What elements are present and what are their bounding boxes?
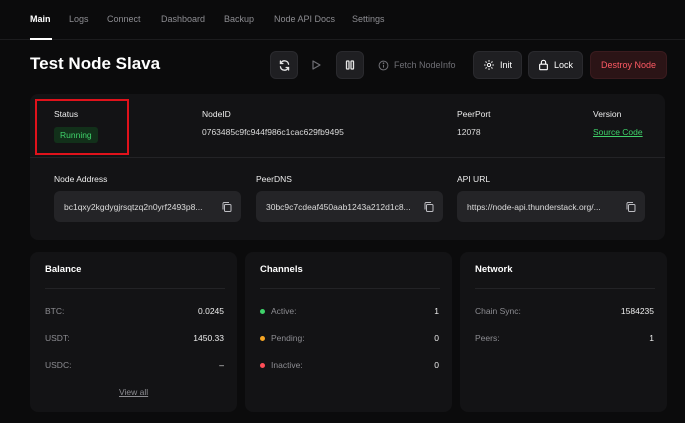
network-card [460, 252, 667, 412]
balance-row-label: USDC: [45, 360, 72, 370]
peerport-value: 12078 [457, 127, 481, 137]
network-row-label: Chain Sync: [475, 306, 521, 316]
app-root: Main Logs Connect Dashboard Backup Node … [0, 0, 685, 423]
api-url-field: https://node-api.thunderstack.org/... [457, 191, 645, 222]
tab-logs[interactable]: Logs [69, 14, 89, 24]
channels-divider [260, 288, 440, 289]
copy-icon[interactable] [625, 201, 637, 213]
api-url-value: https://node-api.thunderstack.org/... [467, 201, 601, 212]
copy-icon[interactable] [423, 201, 435, 213]
pause-icon [345, 60, 355, 70]
peerdns-label: PeerDNS [256, 174, 292, 184]
pause-button[interactable] [336, 51, 364, 79]
status-highlight-box [35, 99, 129, 155]
pending-status-dot [260, 336, 265, 341]
channels-row-value: 1 [434, 306, 439, 316]
play-icon [312, 60, 321, 70]
refresh-button[interactable] [270, 51, 298, 79]
nodeid-value: 0763485c9fc944f986c1cac629fb9495 [202, 127, 344, 137]
tab-settings[interactable]: Settings [352, 14, 385, 24]
tab-connect[interactable]: Connect [107, 14, 141, 24]
lock-icon [539, 59, 548, 71]
channels-card [245, 252, 452, 412]
tab-backup[interactable]: Backup [224, 14, 254, 24]
balance-title: Balance [45, 264, 82, 275]
peerdns-field: 30bc9c7cdeaf450aab1243a212d1c8... [256, 191, 443, 222]
fetch-nodeinfo-label: Fetch NodeInfo [394, 60, 456, 70]
channels-row-value: 0 [434, 360, 439, 370]
lock-label: Lock [554, 60, 574, 70]
network-row-label: Peers: [475, 333, 500, 343]
channels-row-value: 0 [434, 333, 439, 343]
node-address-field: bc1qxy2kgdygjrsqtzq2n0yrf2493p8... [54, 191, 241, 222]
channels-row-label: Active: [271, 306, 297, 316]
page-title: Test Node Slava [30, 54, 161, 73]
active-status-dot [260, 309, 265, 314]
destroy-node-label: Destroy Node [601, 60, 657, 70]
view-all-link[interactable]: View all [119, 387, 148, 397]
tab-node-api-docs[interactable]: Node API Docs [274, 14, 335, 24]
network-row-value: 1584235 [620, 306, 654, 316]
init-button[interactable]: Init [473, 51, 523, 79]
channels-row-label: Pending: [271, 333, 305, 343]
balance-row-value: – [219, 360, 224, 370]
balance-divider [45, 288, 225, 289]
info-icon [378, 60, 389, 70]
peerdns-value: 30bc9c7cdeaf450aab1243a212d1c8... [266, 201, 411, 212]
network-divider [475, 288, 655, 289]
balance-row-value: 1450.33 [193, 333, 224, 343]
top-nav: Main Logs Connect Dashboard Backup Node … [0, 0, 685, 40]
source-code-link[interactable]: Source Code [593, 127, 643, 137]
balance-row-value: 0.0245 [198, 306, 224, 316]
info-divider [30, 157, 665, 158]
tab-dashboard[interactable]: Dashboard [161, 14, 205, 24]
refresh-icon [279, 59, 289, 71]
balance-row-label: BTC: [45, 306, 65, 316]
channels-title: Channels [260, 264, 303, 275]
balance-row-label: USDT: [45, 333, 70, 343]
init-label: Init [500, 60, 513, 70]
fetch-nodeinfo-button[interactable]: Fetch NodeInfo [378, 51, 456, 79]
api-url-label: API URL [457, 174, 491, 184]
channels-row-label: Inactive: [271, 360, 303, 370]
peerport-label: PeerPort [457, 109, 491, 119]
start-button[interactable] [302, 51, 330, 79]
active-tab-indicator [30, 38, 52, 40]
nodeid-label: NodeID [202, 109, 231, 119]
network-row-value: 1 [649, 333, 654, 343]
tab-main[interactable]: Main [30, 14, 51, 24]
node-address-label: Node Address [54, 174, 108, 184]
copy-icon[interactable] [221, 201, 233, 213]
destroy-node-button[interactable]: Destroy Node [590, 51, 668, 79]
node-address-value: bc1qxy2kgdygjrsqtzq2n0yrf2493p8... [64, 201, 203, 212]
gear-icon [484, 60, 494, 70]
version-label: Version [593, 109, 622, 119]
network-title: Network [475, 264, 513, 275]
inactive-status-dot [260, 363, 265, 368]
lock-button[interactable]: Lock [528, 51, 584, 79]
